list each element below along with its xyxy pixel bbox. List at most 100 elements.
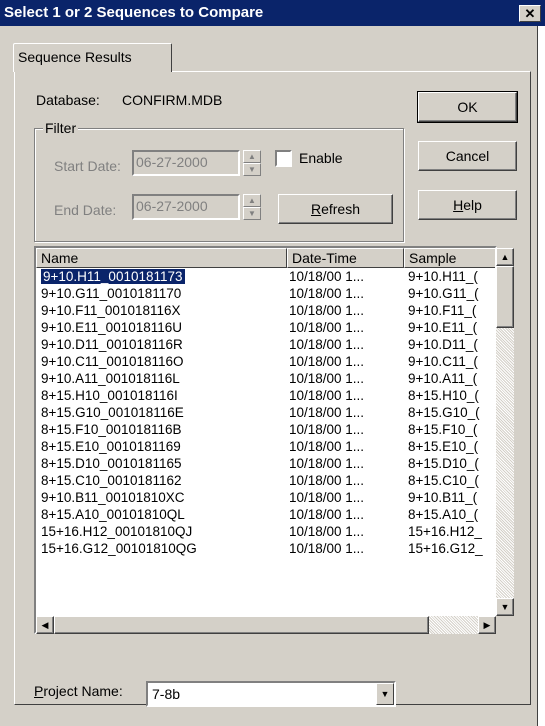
- table-row[interactable]: 15+16.H12_00101810QJ 10/18/00 1... 15+16.H…: [36, 523, 495, 540]
- table-cell: 9+10.D11_001018116R: [41, 337, 183, 352]
- tab-sequence-results[interactable]: Sequence Results: [13, 43, 172, 72]
- enable-label: Enable: [299, 150, 343, 166]
- start-date-spinner[interactable]: ▲ ▼: [243, 150, 261, 176]
- horizontal-scroll-thumb[interactable]: [54, 616, 429, 634]
- table-cell: 10/18/00 1...: [289, 507, 365, 522]
- help-button[interactable]: Help: [418, 190, 517, 220]
- vertical-scroll-thumb[interactable]: [496, 266, 514, 328]
- column-header-sample[interactable]: Sample: [404, 248, 495, 268]
- database-label: Database:: [36, 92, 100, 108]
- table-cell: 9+10.G11_(: [408, 286, 479, 301]
- table-cell: 8+15.H10_(: [408, 388, 479, 403]
- table-cell: 9+10.G11_0010181170: [41, 286, 182, 301]
- table-cell: 8+15.D10_0010181165: [41, 456, 182, 471]
- sequence-list[interactable]: Name Date-Time Sample 9+10.H11_001018117…: [34, 246, 497, 634]
- left-arrow-icon[interactable]: ◀: [36, 616, 54, 634]
- table-cell: 8+15.C10_0010181162: [41, 473, 182, 488]
- close-icon: ✕: [524, 6, 536, 21]
- ok-button[interactable]: OK: [417, 91, 518, 123]
- project-name-value: 7-8b: [152, 686, 181, 702]
- end-date-spinner[interactable]: ▲ ▼: [243, 194, 261, 220]
- table-row[interactable]: 8+15.E10_0010181169 10/18/00 1... 8+15.E10…: [36, 438, 495, 455]
- up-arrow-icon[interactable]: ▲: [243, 194, 261, 207]
- table-row[interactable]: 8+15.F10_001018116B 10/18/00 1... 8+15.F10…: [36, 421, 495, 438]
- table-cell: 10/18/00 1...: [289, 286, 365, 301]
- table-cell: 8+15.D10_(: [408, 456, 479, 471]
- up-arrow-icon[interactable]: ▲: [243, 150, 261, 163]
- table-cell: 8+15.C10_(: [408, 473, 479, 488]
- table-cell: 9+10.B11_00101810XC: [41, 490, 185, 505]
- project-label-text: roject Name:: [43, 683, 123, 699]
- table-row[interactable]: 8+15.H10_001018116I 10/18/00 1... 8+15.H10…: [36, 387, 495, 404]
- table-cell: 9+10.E11_(: [408, 320, 478, 335]
- enable-checkbox[interactable]: [275, 150, 292, 167]
- project-name-combo[interactable]: 7-8b ▼: [146, 681, 396, 707]
- table-cell: 9+10.H11_0010181173: [41, 268, 186, 285]
- table-row[interactable]: 8+15.D10_0010181165 10/18/00 1... 8+15.D10…: [36, 455, 495, 472]
- table-row[interactable]: 15+16.G12_00101810QG 10/18/00 1... 15+16.G…: [36, 540, 495, 557]
- column-header-date-time[interactable]: Date-Time: [287, 248, 404, 268]
- refresh-label: efresh: [321, 201, 361, 217]
- refresh-mnemonic: R: [310, 201, 322, 217]
- table-cell: 10/18/00 1...: [289, 405, 365, 420]
- chevron-down-icon[interactable]: ▼: [376, 683, 394, 705]
- table-cell: 10/18/00 1...: [289, 490, 365, 505]
- table-row[interactable]: 9+10.B11_00101810XC 10/18/00 1... 9+10.B11…: [36, 489, 495, 506]
- table-cell: 10/18/00 1...: [289, 320, 365, 335]
- table-cell: 9+10.A11_001018116L: [41, 371, 180, 386]
- table-cell: 8+15.E10_(: [408, 439, 479, 454]
- title-bar[interactable]: Select 1 or 2 Sequences to Compare ✕: [0, 0, 545, 26]
- table-cell: 9+10.C11_(: [408, 354, 478, 369]
- table-cell: 10/18/00 1...: [289, 388, 365, 403]
- table-cell: 9+10.B11_(: [408, 490, 478, 505]
- table-cell: 10/18/00 1...: [289, 524, 365, 539]
- table-row[interactable]: 9+10.F11_001018116X 10/18/00 1... 9+10.F11…: [36, 302, 495, 319]
- table-cell: 10/18/00 1...: [289, 371, 365, 386]
- table-cell: 8+15.G10_001018116E: [41, 405, 184, 420]
- table-row[interactable]: 9+10.C11_001018116O 10/18/00 1... 9+10.C11…: [36, 353, 495, 370]
- table-cell: 10/18/00 1...: [289, 354, 365, 369]
- table-row[interactable]: 8+15.G10_001018116E 10/18/00 1... 8+15.G10…: [36, 404, 495, 421]
- right-arrow-icon[interactable]: ▶: [478, 616, 496, 634]
- table-row[interactable]: 9+10.G11_0010181170 10/18/00 1... 9+10.G11…: [36, 285, 495, 302]
- table-cell: 10/18/00 1...: [289, 337, 365, 352]
- table-cell: 15+16.G12_: [408, 541, 483, 556]
- refresh-button[interactable]: Refresh: [278, 194, 393, 224]
- up-arrow-icon[interactable]: ▲: [496, 248, 514, 266]
- table-row[interactable]: 8+15.A10_00101810QL 10/18/00 1... 8+15.A10…: [36, 506, 495, 523]
- table-cell: 8+15.A10_(: [408, 507, 479, 522]
- table-cell: 8+15.G10_(: [408, 405, 480, 420]
- table-cell: 10/18/00 1...: [289, 422, 365, 437]
- vertical-scrollbar[interactable]: ▲ ▼: [496, 248, 514, 616]
- down-arrow-icon[interactable]: ▼: [243, 163, 261, 176]
- table-cell: 9+10.F11_(: [408, 303, 477, 318]
- project-name-label: Project Name:: [34, 683, 123, 699]
- table-cell: 9+10.D11_(: [408, 337, 478, 352]
- scroll-corner: [496, 616, 514, 634]
- table-row[interactable]: 9+10.A11_001018116L 10/18/00 1... 9+10.A11…: [36, 370, 495, 387]
- start-date-field[interactable]: 06-27-2000: [132, 150, 240, 176]
- table-row[interactable]: 9+10.D11_001018116R 10/18/00 1... 9+10.D11…: [36, 336, 495, 353]
- table-cell: 10/18/00 1...: [289, 303, 365, 318]
- close-button[interactable]: ✕: [519, 5, 541, 22]
- table-cell: 10/18/00 1...: [289, 456, 365, 471]
- cancel-label: Cancel: [445, 148, 490, 164]
- help-mnemonic: H: [453, 197, 464, 213]
- table-row[interactable]: 8+15.C10_0010181162 10/18/00 1... 8+15.C10…: [36, 472, 495, 489]
- ok-label: OK: [457, 99, 478, 115]
- database-value: CONFIRM.MDB: [122, 92, 223, 108]
- down-arrow-icon[interactable]: ▼: [496, 598, 514, 616]
- table-cell: 15+16.G12_00101810QG: [41, 541, 197, 556]
- table-row[interactable]: 9+10.H11_0010181173 10/18/00 1... 9+10.H11…: [36, 268, 495, 285]
- table-cell: 9+10.F11_001018116X: [41, 303, 181, 318]
- column-header-name[interactable]: Name: [36, 248, 287, 268]
- down-arrow-icon[interactable]: ▼: [243, 207, 261, 220]
- table-row[interactable]: 9+10.E11_001018116U 10/18/00 1... 9+10.E11…: [36, 319, 495, 336]
- cancel-button[interactable]: Cancel: [418, 141, 517, 171]
- table-cell: 9+10.E11_001018116U: [41, 320, 183, 335]
- table-cell: 8+15.F10_001018116B: [41, 422, 182, 437]
- horizontal-scrollbar[interactable]: ◀ ▶: [36, 616, 496, 634]
- help-label: elp: [463, 197, 482, 213]
- end-date-field[interactable]: 06-27-2000: [132, 194, 240, 220]
- table-cell: 10/18/00 1...: [289, 439, 365, 454]
